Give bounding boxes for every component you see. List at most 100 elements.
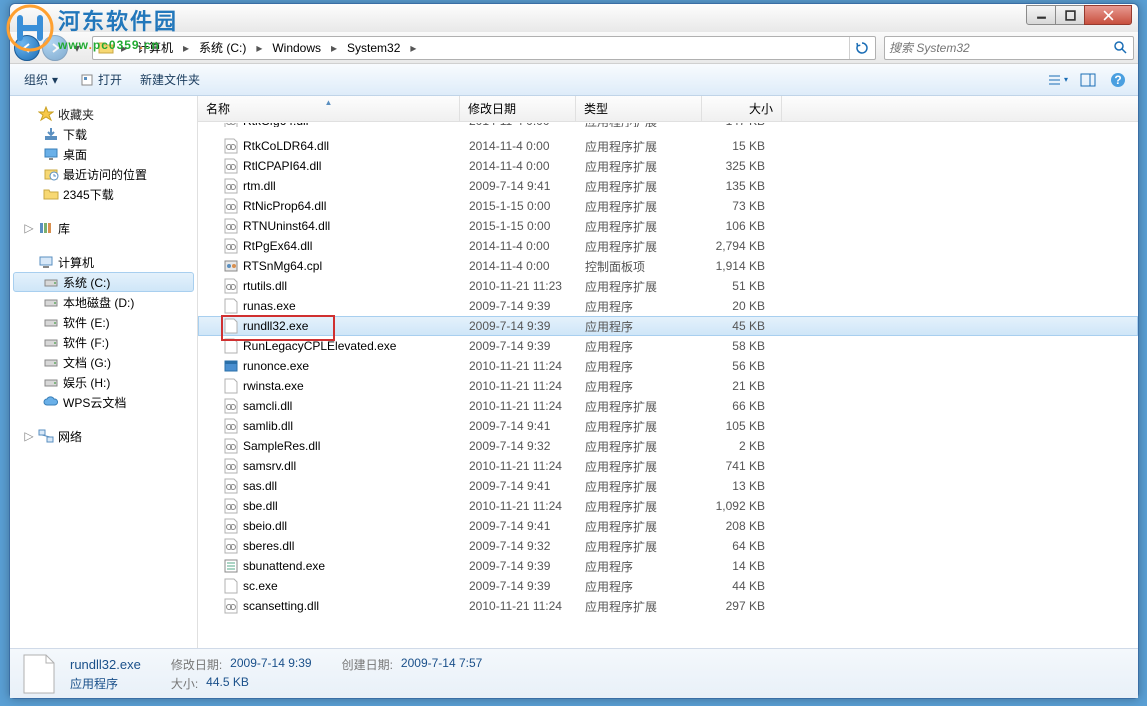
sidebar-item[interactable]: 软件 (E:) [10,312,197,332]
file-row[interactable]: sas.dll 2009-7-14 9:41 应用程序扩展 13 KB [198,476,1138,496]
file-type: 应用程序扩展 [577,197,703,215]
file-row[interactable]: sbe.dll 2010-11-21 11:24 应用程序扩展 1,092 KB [198,496,1138,516]
file-row[interactable]: sberes.dll 2009-7-14 9:32 应用程序扩展 64 KB [198,536,1138,556]
minimize-button[interactable] [1026,5,1056,25]
column-size[interactable]: 大小 [702,96,782,121]
file-name: RtkCfg64.dll [243,122,308,127]
breadcrumb-chevron-icon[interactable]: ▸ [179,37,193,59]
explorer-window: ▾ ▸ 计算机▸系统 (C:)▸Windows▸System32▸ 组织▾ 打开… [9,3,1139,699]
file-size: 208 KB [703,517,783,535]
file-date: 2009-7-14 9:39 [461,577,577,595]
file-icon [223,178,239,194]
file-size: 64 KB [703,537,783,555]
help-button[interactable]: ? [1104,68,1132,92]
file-row[interactable]: rwinsta.exe 2010-11-21 11:24 应用程序 21 KB [198,376,1138,396]
file-type: 应用程序扩展 [577,157,703,175]
breadcrumb-chevron-icon[interactable]: ▸ [406,37,420,59]
library-icon [38,220,54,236]
search-input[interactable] [889,41,1113,55]
breadcrumb-item[interactable]: System32 [341,37,406,59]
sidebar-item[interactable]: 下载 [10,124,197,144]
file-row[interactable]: scansetting.dll 2010-11-21 11:24 应用程序扩展 … [198,596,1138,616]
file-type: 应用程序扩展 [577,597,703,615]
open-button[interactable]: 打开 [72,68,130,92]
file-row[interactable]: RtkCoLDR64.dll 2014-11-4 0:00 应用程序扩展 15 … [198,136,1138,156]
view-options-button[interactable]: ▾ [1044,68,1072,92]
file-row[interactable]: runonce.exe 2010-11-21 11:24 应用程序 56 KB [198,356,1138,376]
sidebar-item[interactable]: 桌面 [10,144,197,164]
file-row[interactable]: sc.exe 2009-7-14 9:39 应用程序 44 KB [198,576,1138,596]
sidebar-item[interactable]: WPS云文档 [10,392,197,412]
column-type[interactable]: 类型 [576,96,702,121]
file-type: 应用程序 [577,297,703,315]
sidebar-favorites-header[interactable]: 收藏夹 [10,104,197,124]
sidebar-computer-header[interactable]: 计算机 [10,252,197,272]
file-row[interactable]: samlib.dll 2009-7-14 9:41 应用程序扩展 105 KB [198,416,1138,436]
file-name: sbe.dll [243,499,278,513]
breadcrumb-item[interactable]: Windows [266,37,327,59]
file-name: SampleRes.dll [243,439,320,453]
file-row[interactable]: RtlCPAPI64.dll 2014-11-4 0:00 应用程序扩展 325… [198,156,1138,176]
sidebar-item[interactable]: 文档 (G:) [10,352,197,372]
expand-icon[interactable]: ▷ [24,431,34,441]
preview-pane-button[interactable] [1074,68,1102,92]
file-size: 147 KB [703,122,783,127]
breadcrumb-chevron-icon[interactable]: ▸ [327,37,341,59]
file-icon [223,138,239,154]
file-date: 2014-11-4 0:00 [461,157,577,175]
file-preview-icon [20,652,58,696]
computer-icon [38,254,54,270]
file-row[interactable]: RtkCfg64.dll 2014-11-4 0:00 应用程序扩展 147 K… [198,122,1138,136]
file-row[interactable]: samcli.dll 2010-11-21 11:24 应用程序扩展 66 KB [198,396,1138,416]
file-row[interactable]: sbunattend.exe 2009-7-14 9:39 应用程序 14 KB [198,556,1138,576]
file-row[interactable]: samsrv.dll 2010-11-21 11:24 应用程序扩展 741 K… [198,456,1138,476]
file-row[interactable]: RTNUninst64.dll 2015-1-15 0:00 应用程序扩展 10… [198,216,1138,236]
file-row[interactable]: SampleRes.dll 2009-7-14 9:32 应用程序扩展 2 KB [198,436,1138,456]
file-row[interactable]: RtPgEx64.dll 2014-11-4 0:00 应用程序扩展 2,794… [198,236,1138,256]
search-icon[interactable] [1113,40,1129,56]
file-row[interactable]: rundll32.exe 2009-7-14 9:39 应用程序 45 KB [198,316,1138,336]
sidebar-item[interactable]: 系统 (C:) [13,272,194,292]
file-icon [223,438,239,454]
search-box[interactable] [884,36,1134,60]
expand-icon[interactable]: ▷ [24,223,34,233]
organize-button[interactable]: 组织▾ [16,68,70,92]
file-row[interactable]: RTSnMg64.cpl 2014-11-4 0:00 控制面板项 1,914 … [198,256,1138,276]
sidebar: 收藏夹 下载桌面最近访问的位置2345下载 ▷ 库 计算机 系统 (C:)本地磁… [10,96,198,648]
expand-icon[interactable] [24,257,34,267]
sidebar-item[interactable]: 最近访问的位置 [10,164,197,184]
column-date[interactable]: 修改日期 [460,96,576,121]
file-row[interactable]: rtm.dll 2009-7-14 9:41 应用程序扩展 135 KB [198,176,1138,196]
file-row[interactable]: sbeio.dll 2009-7-14 9:41 应用程序扩展 208 KB [198,516,1138,536]
file-date: 2010-11-21 11:24 [461,597,577,615]
sidebar-item[interactable]: 2345下载 [10,184,197,204]
close-button[interactable] [1084,5,1132,25]
file-row[interactable]: RunLegacyCPLElevated.exe 2009-7-14 9:39 … [198,336,1138,356]
file-name: sbeio.dll [243,519,287,533]
sidebar-item[interactable]: 本地磁盘 (D:) [10,292,197,312]
sidebar-item[interactable]: 软件 (F:) [10,332,197,352]
drive-icon [43,374,59,390]
file-name: RunLegacyCPLElevated.exe [243,339,396,353]
sidebar-libraries-header[interactable]: ▷ 库 [10,218,197,238]
maximize-button[interactable] [1055,5,1085,25]
file-icon [223,358,239,374]
file-date: 2010-11-21 11:24 [461,377,577,395]
file-list-body[interactable]: RtkCfg64.dll 2014-11-4 0:00 应用程序扩展 147 K… [198,122,1138,648]
sidebar-network-header[interactable]: ▷ 网络 [10,426,197,446]
sidebar-item[interactable]: 娱乐 (H:) [10,372,197,392]
file-type: 应用程序 [577,317,703,335]
breadcrumb-bar[interactable]: ▸ 计算机▸系统 (C:)▸Windows▸System32▸ [92,36,876,60]
breadcrumb-item[interactable]: 系统 (C:) [193,37,252,59]
new-folder-button[interactable]: 新建文件夹 [132,68,208,92]
file-size: 44 KB [703,577,783,595]
file-row[interactable]: rtutils.dll 2010-11-21 11:23 应用程序扩展 51 K… [198,276,1138,296]
expand-icon[interactable] [24,109,34,119]
column-name[interactable]: ▲名称 [198,96,460,121]
refresh-button[interactable] [849,37,873,59]
file-type: 应用程序 [577,377,703,395]
titlebar[interactable] [10,4,1138,32]
file-row[interactable]: RtNicProp64.dll 2015-1-15 0:00 应用程序扩展 73… [198,196,1138,216]
breadcrumb-chevron-icon[interactable]: ▸ [252,37,266,59]
file-row[interactable]: runas.exe 2009-7-14 9:39 应用程序 20 KB [198,296,1138,316]
